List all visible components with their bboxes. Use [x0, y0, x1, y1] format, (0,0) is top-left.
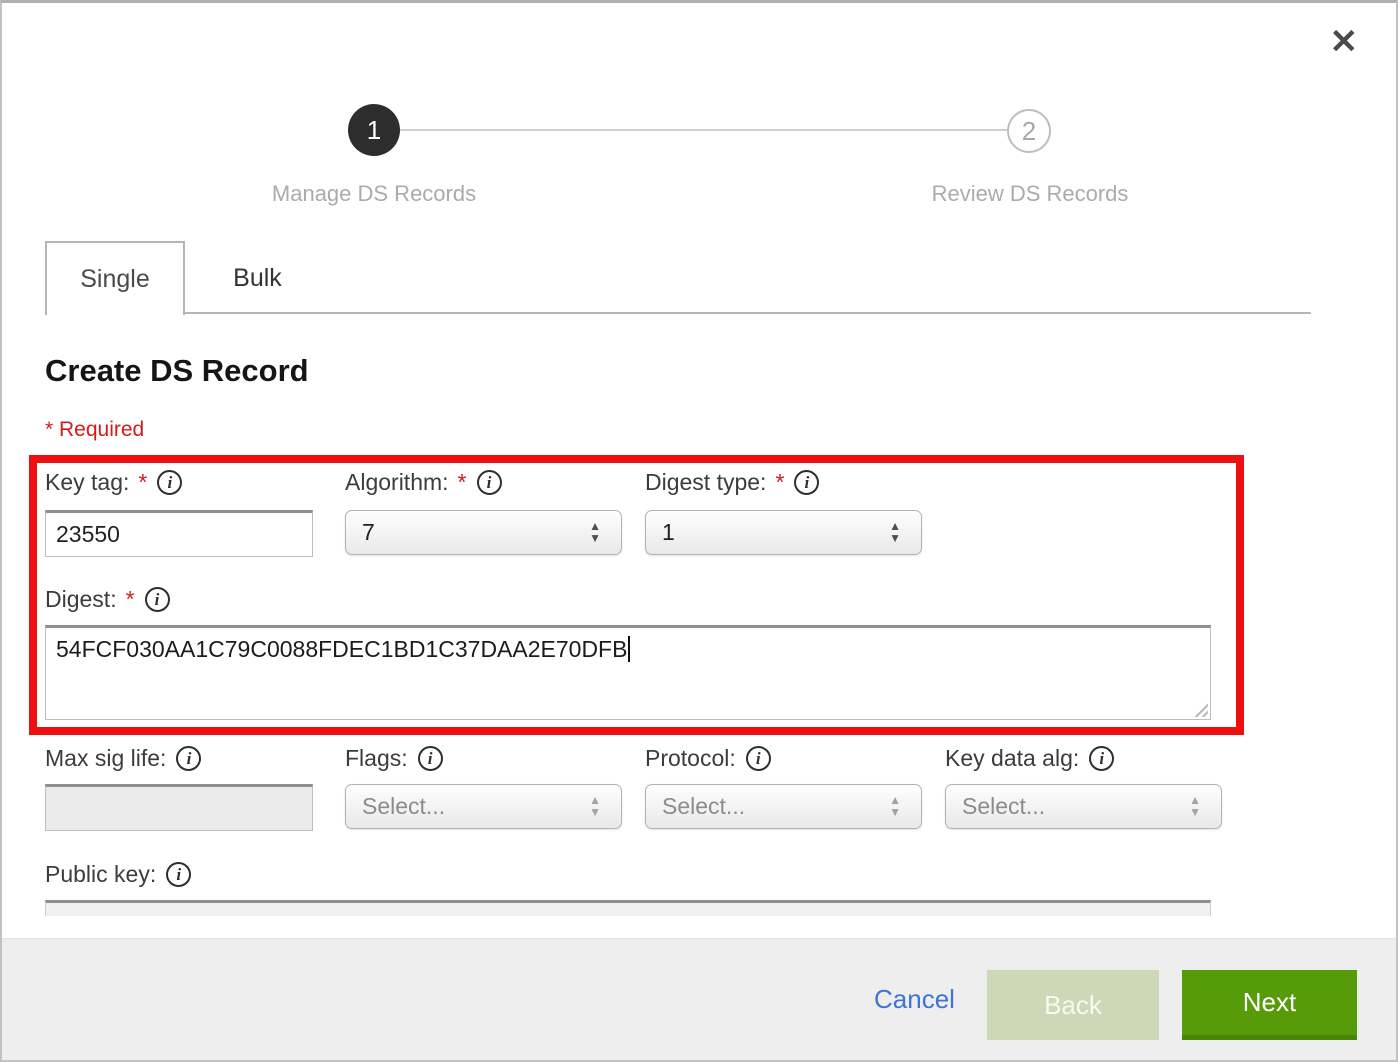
protocol-label-text: Protocol: [645, 745, 736, 772]
key-tag-required-star: * [138, 469, 147, 496]
protocol-select[interactable]: Select... ▲▼ [645, 784, 922, 829]
algorithm-select-value: 7 [362, 519, 589, 546]
digest-textarea[interactable]: 54FCF030AA1C79C0088FDEC1BD1C37DAA2E70DFB [45, 625, 1211, 720]
algorithm-info-icon[interactable]: i [477, 470, 502, 495]
digest-info-icon[interactable]: i [145, 587, 170, 612]
select-spinner-icon: ▲▼ [889, 522, 901, 543]
cancel-button[interactable]: Cancel [874, 939, 955, 1060]
public-key-label: Public key: i [45, 861, 191, 888]
key-data-alg-select-value: Select... [962, 793, 1189, 820]
protocol-label: Protocol: i [645, 745, 771, 772]
public-key-textarea[interactable] [45, 900, 1211, 916]
digest-type-required-star: * [775, 469, 784, 496]
key-data-alg-select[interactable]: Select... ▲▼ [945, 784, 1222, 829]
key-data-alg-label-text: Key data alg: [945, 745, 1079, 772]
stepper-step-1-circle: 1 [348, 104, 400, 156]
public-key-label-text: Public key: [45, 861, 156, 888]
algorithm-label-text: Algorithm: [345, 469, 449, 496]
key-data-alg-info-icon[interactable]: i [1089, 746, 1114, 771]
digest-value: 54FCF030AA1C79C0088FDEC1BD1C37DAA2E70DFB [56, 636, 627, 662]
algorithm-label: Algorithm: * i [345, 469, 502, 496]
stepper-connector-line [400, 129, 1007, 131]
stepper-step-1-label: Manage DS Records [272, 181, 476, 207]
digest-type-select[interactable]: 1 ▲▼ [645, 510, 922, 555]
algorithm-required-star: * [458, 469, 467, 496]
dialog-footer: Cancel Back Next [2, 938, 1396, 1060]
next-button[interactable]: Next [1182, 970, 1357, 1040]
tab-bulk[interactable]: Bulk [185, 241, 330, 315]
digest-label: Digest: * i [45, 586, 170, 613]
resize-grip-icon[interactable] [1192, 701, 1208, 717]
digest-label-text: Digest: [45, 586, 117, 613]
key-tag-label-text: Key tag: [45, 469, 129, 496]
key-tag-info-icon[interactable]: i [157, 470, 182, 495]
back-button[interactable]: Back [987, 970, 1159, 1040]
page-title: Create DS Record [45, 353, 309, 389]
stepper-step-2-circle: 2 [1007, 109, 1051, 153]
max-sig-life-input[interactable] [45, 784, 313, 831]
key-tag-input[interactable] [45, 510, 313, 557]
text-caret [628, 636, 630, 662]
required-note: * Required [45, 418, 144, 442]
digest-type-info-icon[interactable]: i [794, 470, 819, 495]
digest-type-label: Digest type: * i [645, 469, 819, 496]
stepper-step-2-label: Review DS Records [932, 181, 1129, 207]
tab-single[interactable]: Single [45, 241, 185, 315]
digest-required-star: * [126, 586, 135, 613]
flags-select[interactable]: Select... ▲▼ [345, 784, 622, 829]
digest-type-label-text: Digest type: [645, 469, 766, 496]
public-key-info-icon[interactable]: i [166, 862, 191, 887]
create-ds-record-dialog: ✕ 1 2 Manage DS Records Review DS Record… [0, 0, 1398, 1062]
protocol-info-icon[interactable]: i [746, 746, 771, 771]
select-spinner-icon: ▲▼ [589, 522, 601, 543]
select-spinner-icon: ▲▼ [1189, 796, 1201, 817]
digest-type-select-value: 1 [662, 519, 889, 546]
flags-select-value: Select... [362, 793, 589, 820]
key-tag-label: Key tag: * i [45, 469, 182, 496]
max-sig-life-label: Max sig life: i [45, 745, 201, 772]
key-data-alg-label: Key data alg: i [945, 745, 1114, 772]
flags-info-icon[interactable]: i [418, 746, 443, 771]
algorithm-select[interactable]: 7 ▲▼ [345, 510, 622, 555]
select-spinner-icon: ▲▼ [889, 796, 901, 817]
select-spinner-icon: ▲▼ [589, 796, 601, 817]
close-icon[interactable]: ✕ [1330, 25, 1359, 59]
flags-label-text: Flags: [345, 745, 408, 772]
max-sig-life-label-text: Max sig life: [45, 745, 166, 772]
max-sig-life-info-icon[interactable]: i [176, 746, 201, 771]
protocol-select-value: Select... [662, 793, 889, 820]
flags-label: Flags: i [345, 745, 443, 772]
